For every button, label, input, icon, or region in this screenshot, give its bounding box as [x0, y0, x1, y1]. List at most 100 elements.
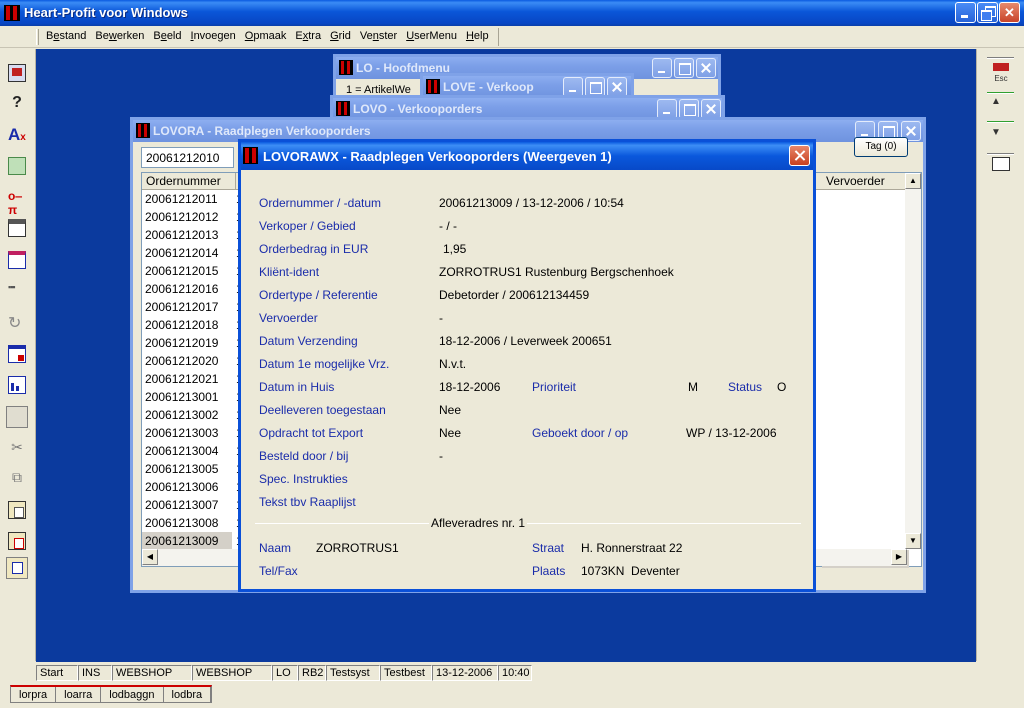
menu-invoegen[interactable]: Invoegen: [187, 28, 241, 46]
menu-extra[interactable]: Extra: [291, 28, 326, 46]
maximize-button[interactable]: [679, 99, 699, 119]
ordernummer-cell: 20061212012: [145, 210, 219, 224]
copy-icon[interactable]: ⧉: [8, 469, 26, 487]
app-logo-icon[interactable]: [4, 5, 20, 21]
export-icon[interactable]: [8, 157, 26, 175]
scroll-right-icon[interactable]: ▶: [891, 549, 907, 565]
task-tab-lodbaggn[interactable]: lodbaggn: [101, 687, 164, 702]
table-row[interactable]: 200612130061: [142, 478, 243, 496]
ordernummer-cell: 20061212020: [145, 354, 219, 368]
app-logo-icon: [243, 147, 258, 164]
minimize-button[interactable]: [657, 99, 677, 119]
table-row[interactable]: 200612130011: [142, 388, 243, 406]
arrow-up-icon[interactable]: ▲: [991, 96, 1001, 107]
menu-grid[interactable]: Grid: [326, 28, 356, 46]
ordernummer-cell: 20061213008: [145, 516, 219, 530]
table-row[interactable]: 200612120211: [142, 370, 243, 388]
plaats-label: Plaats: [532, 564, 566, 578]
dialog-titlebar[interactable]: LOVORAWX - Raadplegen Verkooporders (Wee…: [241, 142, 813, 170]
close-button[interactable]: [789, 145, 810, 166]
table-row[interactable]: 200612130031: [142, 424, 243, 442]
chart-icon[interactable]: [8, 376, 26, 394]
dialog-title: LOVORAWX - Raadplegen Verkooporders (Wee…: [263, 149, 612, 164]
column-header-ordernummer[interactable]: Ordernummer: [142, 173, 236, 189]
help-icon[interactable]: ?: [8, 94, 26, 112]
scroll-up-icon[interactable]: ▲: [905, 173, 921, 189]
datum-huis-label: Datum in Huis: [259, 380, 335, 394]
prioriteit-label: Prioriteit: [532, 380, 577, 394]
refresh-icon[interactable]: ↻: [8, 313, 26, 332]
table-row[interactable]: 200612120161: [142, 280, 243, 298]
arrow-down-icon[interactable]: ▼: [991, 127, 1001, 138]
task-tab-loarra[interactable]: loarra: [56, 687, 102, 702]
menu-usermenu[interactable]: UserMenu: [402, 28, 462, 46]
klient-label: Kliënt-ident: [259, 265, 320, 279]
calculator-icon[interactable]: [992, 157, 1010, 171]
close-button[interactable]: [696, 58, 716, 78]
menu-venster[interactable]: Venster: [356, 28, 402, 46]
table-row[interactable]: 200612120191: [142, 334, 243, 352]
key-icon[interactable]: o‒π: [8, 189, 26, 217]
paste-icon[interactable]: [8, 501, 26, 519]
table-row[interactable]: 200612120121: [142, 208, 243, 226]
app-logo-icon: [426, 79, 440, 94]
menu-help[interactable]: Help: [462, 28, 494, 46]
minimize-button[interactable]: [563, 77, 583, 97]
cut-icon[interactable]: ✂: [8, 439, 26, 457]
table-row[interactable]: 200612120111: [142, 190, 243, 208]
telfax-label: Tel/Fax: [259, 564, 298, 578]
window-icon[interactable]: [8, 345, 26, 363]
print-icon[interactable]: [8, 219, 26, 237]
restore-button[interactable]: [977, 2, 998, 23]
vertical-scrollbar[interactable]: ▲ ▼: [905, 173, 921, 549]
tag-button[interactable]: Tag (0): [854, 137, 908, 157]
table-row[interactable]: 200612130021: [142, 406, 243, 424]
close-button[interactable]: [607, 77, 627, 97]
minimize-button[interactable]: [955, 2, 976, 23]
scroll-down-icon[interactable]: ▼: [905, 533, 921, 549]
task-tab-lodbra[interactable]: lodbra: [163, 687, 212, 702]
font-icon[interactable]: Ax: [8, 125, 26, 144]
table-row[interactable]: 200612130051: [142, 460, 243, 478]
besteld-label: Besteld door / bij: [259, 449, 349, 463]
table-row[interactable]: 200612130041: [142, 442, 243, 460]
table-row[interactable]: 200612130081: [142, 514, 243, 532]
straat-value: H. Ronnerstraat 22: [581, 541, 683, 555]
menu-bewerken[interactable]: Bewerken: [91, 28, 149, 46]
table-row[interactable]: 200612120151: [142, 262, 243, 280]
paste-special-icon[interactable]: [8, 532, 26, 550]
table-row[interactable]: 200612130091: [142, 532, 243, 550]
esc-icon[interactable]: [993, 63, 1009, 71]
maximize-button[interactable]: [585, 77, 605, 97]
menu-beeld[interactable]: Beeld: [149, 28, 186, 46]
right-toolbar: Esc ▲ ▼: [976, 49, 1024, 661]
grid-icon[interactable]: ▪▪▪: [8, 282, 26, 300]
edit-icon[interactable]: [6, 557, 28, 579]
menu-bestand[interactable]: Bestand: [42, 28, 91, 46]
table-row[interactable]: 200612120131: [142, 226, 243, 244]
plaats-value: 1073KN Deventer: [581, 564, 680, 578]
order-detail-dialog[interactable]: LOVORAWX - Raadplegen Verkooporders (Wee…: [238, 139, 816, 592]
form-icon[interactable]: [8, 251, 26, 269]
close-button[interactable]: ✕: [999, 2, 1020, 23]
maximize-button[interactable]: [674, 58, 694, 78]
table-row[interactable]: 200612120201: [142, 352, 243, 370]
menu-grip[interactable]: [36, 29, 39, 45]
scroll-left-icon[interactable]: ◀: [142, 549, 158, 565]
close-button[interactable]: [701, 99, 721, 119]
ordernummer-cell: 20061212017: [145, 300, 219, 314]
table-row[interactable]: 200612130071: [142, 496, 243, 514]
screen-icon[interactable]: [8, 64, 26, 82]
ordernummer-cell: 20061212021: [145, 372, 219, 386]
task-tab-lorpra[interactable]: lorpra: [11, 687, 57, 702]
table-row[interactable]: 200612120181: [142, 316, 243, 334]
search-input[interactable]: [141, 147, 234, 168]
table-row[interactable]: 200612120141: [142, 244, 243, 262]
minimize-button[interactable]: [652, 58, 672, 78]
window-title: LOVE - Verkoop: [443, 80, 534, 94]
afleveradres-heading: Afleveradres nr. 1: [429, 516, 528, 530]
blank-icon[interactable]: [6, 406, 28, 428]
menu-opmaak[interactable]: Opmaak: [241, 28, 292, 46]
column-header-vervoerder[interactable]: Vervoerder: [822, 173, 909, 189]
table-row[interactable]: 200612120171: [142, 298, 243, 316]
